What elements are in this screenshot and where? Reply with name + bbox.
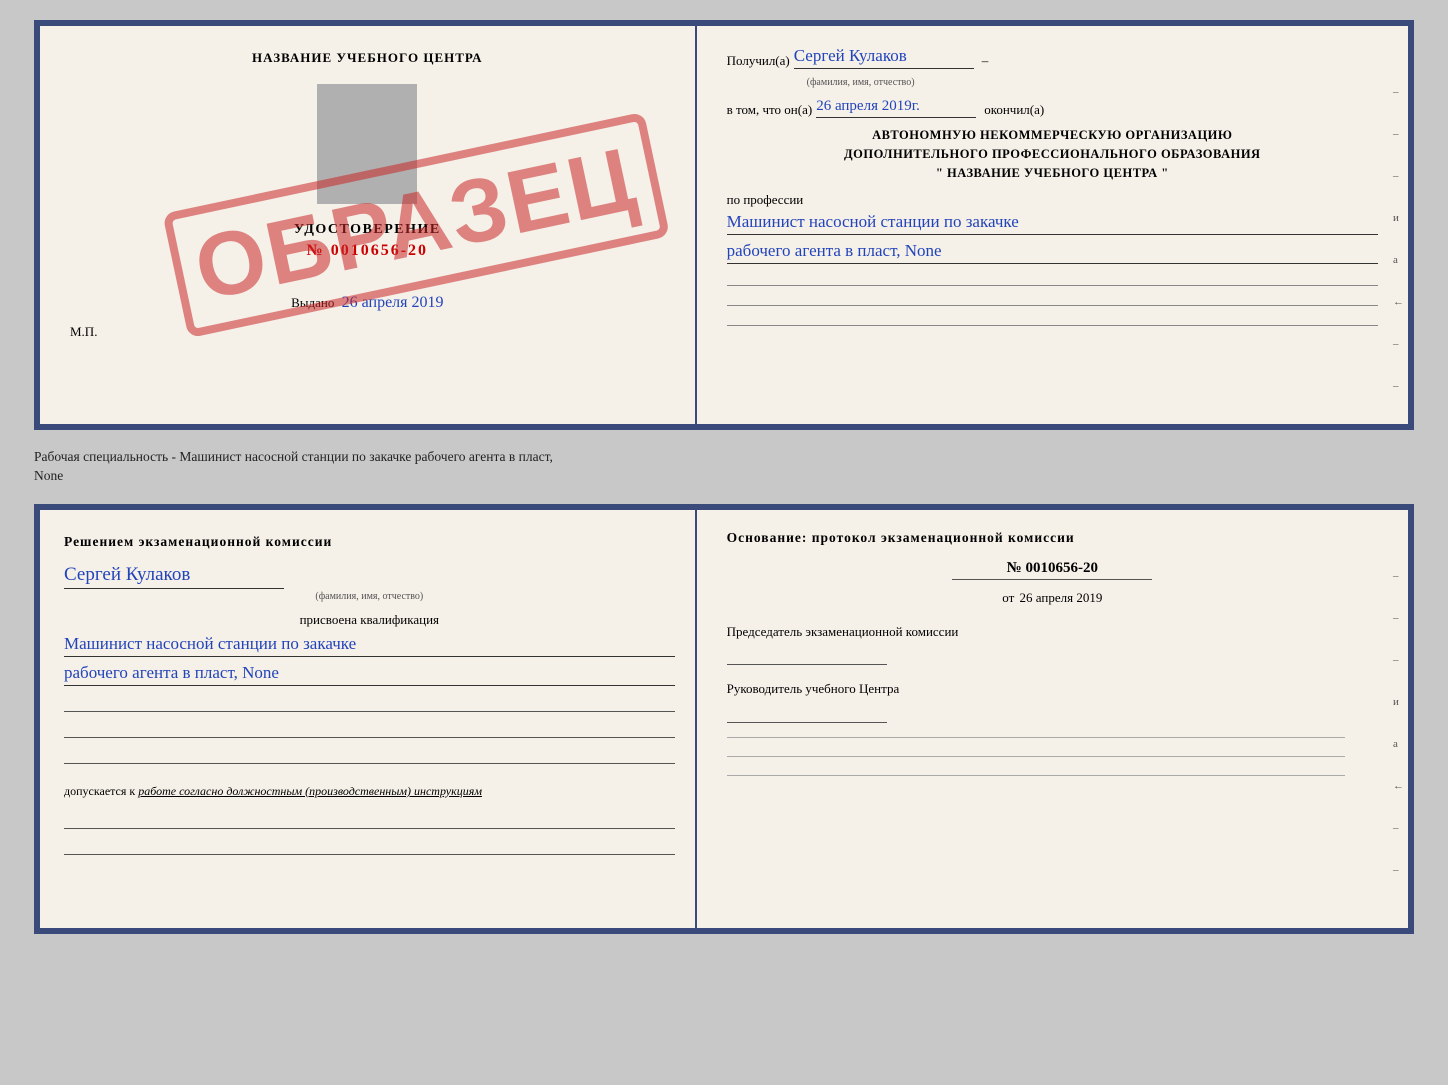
bottom-number: № 0010656-20 [952,560,1152,580]
bottom-document: Решением экзаменационной комиссии Сергей… [34,504,1414,934]
horizontal-lines [727,737,1378,776]
top-document: НАЗВАНИЕ УЧЕБНОГО ЦЕНТРА ОБРАЗЕЦ УДОСТОВ… [34,20,1414,430]
bottom-name: Сергей Кулаков [64,564,284,589]
okonchil-label: окончил(а) [984,102,1044,118]
rukov-block: Руководитель учебного Центра [727,679,1378,723]
dopusk-italic: работе согласно должностным (производств… [138,784,482,798]
bottom-name-block: Сергей Кулаков (фамилия, имя, отчество) [64,564,675,602]
rukov-label: Руководитель учебного Центра [727,679,1378,699]
osnov-title: Основание: протокол экзаменационной коми… [727,530,1378,546]
predsedatel-label: Председатель экзаменационной комиссии [727,622,1378,642]
mp-line: М.П. [70,324,97,340]
vtom-label: в том, что он(а) [727,102,813,118]
ot-date: 26 апреля 2019 [1020,590,1103,605]
bottom-left-panel: Решением экзаменационной комиссии Сергей… [40,510,697,928]
blank-line-2 [64,718,675,738]
blank-line-4 [64,809,675,829]
predsedatel-sign-line [727,645,887,665]
vtom-line: в том, что он(а) 26 апреля 2019г. окончи… [727,98,1378,118]
top-center-title: НАЗВАНИЕ УЧЕБНОГО ЦЕНТРА [252,50,483,66]
fio-subtext: (фамилия, имя, отчество) [807,77,1378,88]
vydano-label: Выдано [291,295,334,310]
kvalif-line1: Машинист насосной станции по закачке [64,634,675,657]
bottom-right-panel: Основание: протокол экзаменационной коми… [697,510,1408,928]
blank-line-5 [64,835,675,855]
dopusk-label: допускается к [64,784,135,798]
vydano-date: 26 апреля 2019 [342,294,444,311]
blank-line-1 [64,692,675,712]
dash-line-1 [727,270,1378,286]
dash-after-name: – [982,53,989,69]
vydano-line: Выдано 26 апреля 2019 [291,294,443,312]
poluchil-name: Сергей Кулаков [794,46,974,69]
vtom-date: 26 апреля 2019г. [816,98,976,118]
komissia-title: Решением экзаменационной комиссии [64,534,675,550]
poluchil-line: Получил(а) Сергей Кулаков – [727,46,1378,69]
dash-line-3 [727,310,1378,326]
org-text-1: АВТОНОМНУЮ НЕКОММЕРЧЕСКУЮ ОРГАНИЗАЦИЮ ДО… [727,126,1378,182]
bottom-fio-subtext: (фамилия, имя, отчество) [64,591,675,602]
udost-title: УДОСТОВЕРЕНИЕ [294,222,441,238]
dopusk-text: допускается к работе согласно должностны… [64,784,675,799]
ot-line: от 26 апреля 2019 [727,590,1378,606]
side-marks-right: – – – и а ← – – [1393,86,1404,392]
poluchil-label: Получил(а) [727,53,790,69]
kvalif-line2: рабочего агента в пласт, None [64,663,675,686]
profession-line2: рабочего агента в пласт, None [727,241,1378,264]
profession-line1: Машинист насосной станции по закачке [727,212,1378,235]
udost-number: № 0010656-20 [307,242,428,260]
predsedatel-block: Председатель экзаменационной комиссии [727,622,1378,666]
separator-text: Рабочая специальность - Машинист насосно… [34,448,1414,486]
photo-placeholder [317,84,417,204]
blank-line-3 [64,744,675,764]
po-professii-label: по профессии [727,192,1378,208]
top-left-panel: НАЗВАНИЕ УЧЕБНОГО ЦЕНТРА ОБРАЗЕЦ УДОСТОВ… [40,26,697,424]
ot-label: от [1002,590,1014,605]
rukov-sign-line [727,703,887,723]
dash-line-2 [727,290,1378,306]
prisvoena-text: присвоена квалификация [64,612,675,628]
bottom-side-marks: – – – и а ← – – [1393,570,1404,876]
top-right-panel: Получил(а) Сергей Кулаков – (фамилия, им… [697,26,1408,424]
